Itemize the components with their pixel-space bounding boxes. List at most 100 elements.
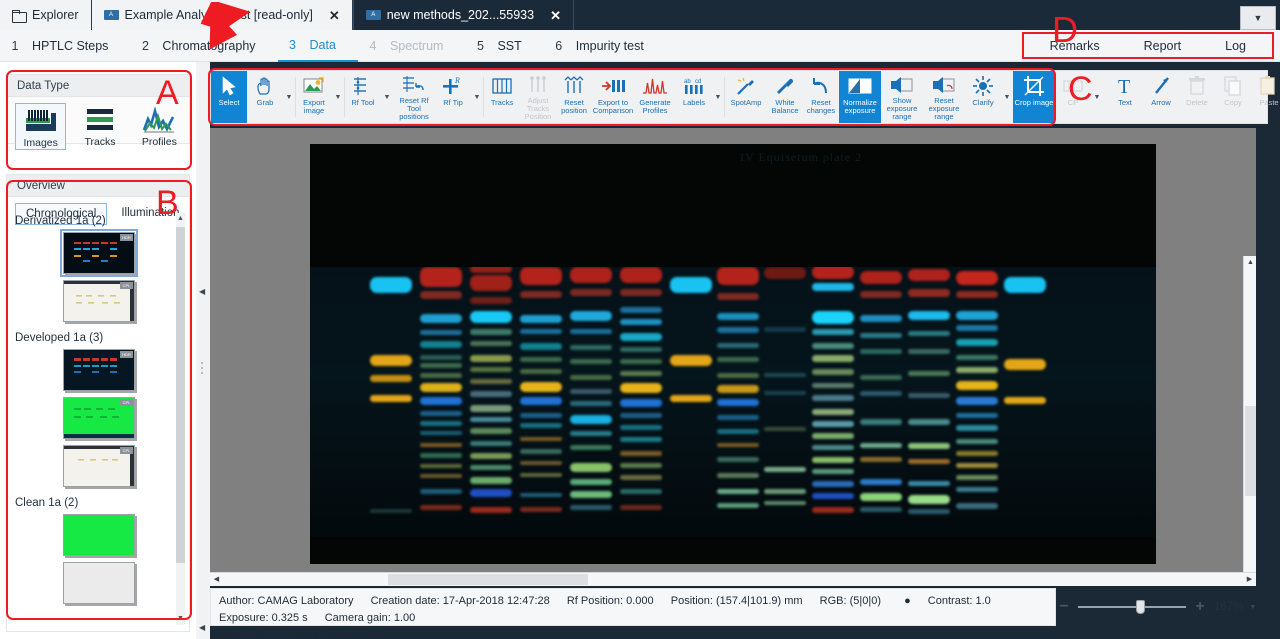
text-button[interactable]: T Text (1107, 71, 1143, 123)
chevron-down-icon[interactable]: ▼ (1001, 71, 1013, 123)
grab-tool-button[interactable]: Grab (247, 71, 283, 123)
reset-rf-tool-positions-button[interactable]: Reset Rf Tool positions (393, 71, 435, 123)
report-link[interactable]: Report (1122, 39, 1204, 53)
scrollbar-thumb-vertical[interactable] (1245, 406, 1256, 496)
rf-tool-button[interactable]: Rf Tool (345, 71, 381, 123)
chevron-down-icon[interactable]: ▼ (332, 71, 344, 123)
crop-image-button[interactable]: Crop image (1013, 71, 1055, 123)
chevron-down-icon[interactable]: ▼ (1091, 71, 1103, 123)
group-derivatized-label: Derivatized 1a (2) (7, 209, 191, 230)
data-type-panel: Data Type (6, 74, 190, 144)
step-impurity-test[interactable]: 6 Impurity test (544, 30, 666, 62)
reset-changes-button[interactable]: Reset changes (803, 71, 839, 123)
copy-icon (1223, 74, 1243, 98)
group-clean-label: Clean 1a (2) (7, 491, 191, 512)
normalize-exposure-button[interactable]: Normalize exposure (839, 71, 881, 123)
spotamp-button[interactable]: SpotAmp (725, 71, 767, 123)
chevron-down-icon[interactable]: ▼ (283, 71, 295, 123)
close-icon[interactable]: ✕ (550, 9, 561, 22)
remarks-link[interactable]: Remarks (1028, 39, 1122, 53)
chevron-down-icon[interactable]: ▼ (712, 71, 724, 123)
reset-exposure-range-button[interactable]: Reset exposure range (923, 71, 965, 123)
scroll-right-icon[interactable]: ▶ (1243, 573, 1256, 586)
tracks-grid-icon (491, 74, 513, 98)
status-position: Position: (157.4|101.9) mm (671, 595, 803, 607)
tab-bar-spacer (574, 0, 1240, 30)
step-hptlc-steps[interactable]: 1 HPTLC Steps (0, 30, 130, 62)
step-data[interactable]: 3 Data (278, 30, 358, 62)
generate-profiles-button[interactable]: Generate Profiles (634, 71, 676, 123)
log-link[interactable]: Log (1203, 39, 1268, 53)
arrow-button[interactable]: Arrow (1143, 71, 1179, 123)
copy-button: Copy (1215, 71, 1251, 123)
scroll-up-icon[interactable]: ▲ (1244, 256, 1256, 269)
thumb-developed-3[interactable]: CPL (63, 445, 135, 487)
text-label: Text (1118, 99, 1132, 107)
scroll-down-icon[interactable]: ▼ (176, 613, 185, 625)
thumb-badge: HDR (120, 351, 133, 358)
export-to-comparison-button[interactable]: Export to Comparison (592, 71, 634, 123)
toolbar-group-tracks: Tracks Adjust Tracks Position (484, 71, 724, 123)
explorer-tab[interactable]: Explorer (0, 0, 92, 30)
export-comparison-icon (600, 74, 626, 98)
scroll-left-icon[interactable]: ◀ (210, 573, 223, 586)
chevron-down-icon[interactable]: ▼ (471, 71, 483, 123)
thumb-clean-2[interactable] (63, 562, 135, 604)
zoom-slider-thumb[interactable] (1136, 600, 1145, 614)
clarify-button[interactable]: Clarify (965, 71, 1001, 123)
step-number: 2 (130, 39, 160, 53)
data-type-profiles-label: Profiles (134, 136, 185, 148)
thumb-developed-1[interactable]: HDR (63, 349, 135, 391)
show-exposure-range-button[interactable]: Show exposure range (881, 71, 923, 123)
reset-position-button[interactable]: Reset position (556, 71, 592, 123)
thumb-derivatized-2[interactable]: CPL (63, 280, 135, 322)
sun-icon (972, 74, 994, 98)
sidebar-splitter[interactable]: ◀ ◀ (196, 62, 210, 639)
thumb-developed-2[interactable]: CPL (63, 397, 135, 439)
cp-icon (1062, 74, 1084, 98)
data-type-images[interactable]: Images (15, 103, 66, 150)
lane-1 (368, 267, 414, 532)
data-type-tracks[interactable]: Tracks (74, 103, 125, 148)
close-icon[interactable]: ✕ (329, 9, 340, 22)
scrollbar-thumb[interactable] (176, 227, 185, 563)
group-developed-label: Developed 1a (3) (7, 326, 191, 347)
tlc-plate-image[interactable]: IV Equisetum plate 2 (310, 144, 1156, 564)
collapse-left-icon-bottom[interactable]: ◀ (199, 623, 205, 632)
analysis-tab[interactable]: A Example Analysi... test [read-only] ✕ (92, 0, 353, 30)
image-viewer[interactable]: IV Equisetum plate 2 (210, 128, 1256, 572)
export-to-comparison-label: Export to Comparison (593, 99, 633, 115)
collapse-left-icon[interactable]: ◀ (199, 287, 205, 296)
thumb-clean-1[interactable] (63, 514, 135, 556)
chevron-down-icon[interactable]: ▼ (1249, 604, 1256, 611)
status-author: Author: CAMAG Laboratory (219, 595, 354, 607)
rf-tip-button[interactable]: R Rf Tip (435, 71, 471, 123)
thumbnail-row: HDR (7, 230, 191, 278)
zoom-in-button[interactable]: + (1192, 598, 1208, 616)
step-number: 3 (278, 38, 308, 52)
step-chromatography[interactable]: 2 Chromatography (130, 30, 277, 62)
methods-tab[interactable]: A new methods_202...55933 ✕ (353, 0, 574, 30)
tracks-button[interactable]: Tracks (484, 71, 520, 123)
select-tool-button[interactable]: Select (211, 71, 247, 123)
lane-2 (418, 267, 464, 532)
zoom-slider[interactable] (1078, 606, 1186, 608)
export-image-button[interactable]: Export image (296, 71, 332, 123)
thumb-derivatized-1[interactable]: HDR (63, 232, 135, 274)
step-label: HPTLC Steps (30, 39, 130, 53)
chevron-down-icon[interactable]: ▼ (381, 71, 393, 123)
overview-scrollbar[interactable]: ▲ ▼ (176, 213, 185, 625)
white-balance-button[interactable]: White Balance (767, 71, 803, 123)
labels-button[interactable]: ab cd Labels (676, 71, 712, 123)
normalize-exposure-label: Normalize exposure (840, 99, 880, 115)
scrollbar-thumb-horizontal[interactable] (388, 574, 588, 585)
viewer-vertical-scrollbar[interactable]: ▲ ▼ (1243, 256, 1256, 572)
data-type-title: Data Type (7, 75, 189, 97)
zoom-out-button[interactable]: − (1056, 598, 1072, 616)
tab-overflow-dropdown[interactable]: ▼ (1240, 6, 1276, 30)
step-sst[interactable]: 5 SST (465, 30, 543, 62)
viewer-horizontal-scrollbar[interactable]: ◀ ▶ (210, 572, 1256, 586)
data-type-profiles[interactable]: Profiles (134, 103, 185, 148)
show-exposure-range-label: Show exposure range (882, 97, 922, 121)
scroll-up-icon[interactable]: ▲ (176, 213, 185, 225)
